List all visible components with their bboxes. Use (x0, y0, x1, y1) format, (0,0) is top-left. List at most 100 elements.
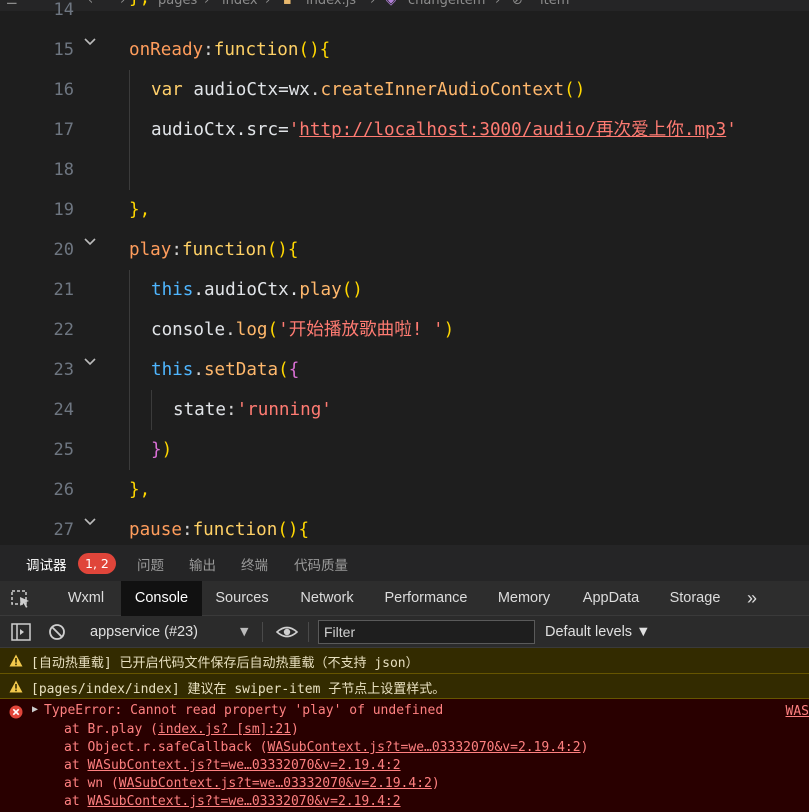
tab-storage[interactable]: Storage (660, 581, 730, 616)
expand-triangle-icon[interactable]: ▶ (32, 704, 38, 715)
indent-guide (129, 70, 130, 190)
fold-chevron-icon[interactable] (82, 353, 98, 369)
indent-guide (129, 270, 130, 470)
tab-sources[interactable]: Sources (206, 581, 278, 616)
log-levels-select[interactable]: Default levels ▼ (545, 616, 650, 648)
fold-chevron-icon[interactable] (82, 513, 98, 529)
line-number: 22 (53, 320, 74, 340)
stack-frame-link[interactable]: WASubContext.js?t=we…03332070&v=2.19.4:2 (87, 758, 400, 773)
tab-appdata[interactable]: AppData (572, 581, 650, 616)
line-number: 26 (53, 480, 74, 500)
toggle-sidebar-icon[interactable] (11, 623, 31, 641)
code-token: (){ (298, 40, 331, 60)
code-line-14: }, (129, 0, 150, 18)
code-editor[interactable]: ☰ ‹ › pages › index › ▪ index.js › ◈ cha… (0, 0, 809, 545)
code-token: audioCtx.src= (151, 120, 289, 140)
stack-frame: at Br.play (index.js? [sm]:21) (64, 721, 299, 739)
stack-frame-link[interactable]: WASubContext.js?t=we…03332070&v=2.19.4:2 (119, 776, 432, 791)
code-token: () (564, 80, 586, 100)
code-url-link[interactable]: http://localhost:3000/audio/再次爱上你.mp3 (299, 120, 726, 140)
code-token: onReady (129, 40, 204, 60)
breadcrumb-item-index[interactable]: index (222, 0, 258, 8)
breadcrumb-item-prop[interactable]: item (540, 0, 569, 8)
code-line-19: }, (129, 190, 150, 230)
code-token: }, (129, 200, 151, 220)
line-number: 17 (53, 120, 74, 140)
code-line-26: }, (129, 470, 150, 510)
code-token: ' (288, 120, 300, 140)
stack-frame: at WASubContext.js?t=we…03332070&v=2.19.… (64, 793, 401, 811)
stack-frame-prefix: at Br.play ( (64, 722, 158, 737)
code-token: { (288, 360, 300, 380)
code-token: (){ (266, 240, 299, 260)
breadcrumb-forward-icon[interactable]: › (120, 0, 125, 8)
tab-issues[interactable]: 问题 (137, 554, 164, 574)
breadcrumb-item-method[interactable]: changeItem (408, 0, 485, 8)
filter-input[interactable] (318, 620, 535, 644)
code-token: function (213, 40, 299, 60)
code-line-21: this.audioCtx.play() (151, 270, 363, 310)
code-token: } (151, 440, 162, 460)
fold-chevron-icon[interactable] (82, 33, 98, 49)
code-token: wx (288, 80, 310, 100)
tab-terminal[interactable]: 终端 (241, 554, 268, 574)
tab-debugger[interactable]: 调试器 (26, 554, 67, 574)
line-number: 19 (53, 200, 74, 220)
toolbar-divider (308, 622, 309, 642)
code-token: : (225, 400, 237, 420)
code-token: . (309, 80, 321, 100)
code-token: ) (161, 440, 173, 460)
stack-frame-prefix: at (64, 758, 88, 773)
code-line-25: }) (151, 430, 172, 470)
code-line-23: this.setData({ (151, 350, 299, 390)
eye-icon[interactable] (276, 623, 298, 641)
line-number: 15 (53, 40, 74, 60)
context-select[interactable]: appservice (#23) (90, 616, 198, 648)
code-line-15: onReady:function(){ (129, 30, 330, 70)
tab-memory[interactable]: Memory (488, 581, 560, 616)
stack-frame-link[interactable]: WASubContext.js?t=we…03332070&v=2.19.4:2 (87, 794, 400, 809)
code-token: function (181, 240, 267, 260)
code-token: }, (129, 480, 151, 500)
tab-code-quality[interactable]: 代码质量 (294, 554, 348, 574)
console-toolbar: appservice (#23) ▼ Default levels ▼ (0, 616, 809, 648)
code-token: function (192, 520, 278, 540)
tab-wxml[interactable]: Wxml (56, 581, 116, 616)
code-line-24: state:'running' (173, 390, 332, 430)
stack-frame-link[interactable]: WASubContext.js?t=we…03332070&v=2.19.4:2 (268, 740, 581, 755)
chevron-down-icon[interactable]: ▼ (240, 616, 248, 648)
method-icon: ◈ (386, 0, 396, 8)
error-title: TypeError: Cannot read property 'play' o… (44, 703, 444, 718)
clear-console-icon[interactable] (47, 623, 67, 641)
tab-performance[interactable]: Performance (375, 581, 477, 616)
code-token: .audioCtx. (193, 280, 300, 300)
code-token: '开始播放歌曲啦! ' (278, 320, 444, 340)
code-token: audioCtx= (182, 80, 289, 100)
console-warning: [pages/index/index] 建议在 swiper-item 子节点上… (0, 674, 809, 699)
line-number: 18 (53, 160, 74, 180)
console-warning: [自动热重载] 已开启代码文件保存后自动热重载（不支持 json） (0, 648, 809, 674)
line-number: 25 (53, 440, 74, 460)
code-token: . (193, 360, 204, 380)
chevron-right-icon: › (370, 0, 376, 8)
more-tabs-icon[interactable]: » (738, 581, 766, 616)
line-number: 27 (53, 520, 74, 540)
breadcrumb-item-pages[interactable]: pages (158, 0, 197, 8)
code-token: : (171, 240, 182, 260)
stack-frame-prefix: at wn ( (64, 776, 119, 791)
breadcrumb-item-file[interactable]: index.js (306, 0, 356, 8)
code-token: : (203, 40, 214, 60)
tab-console[interactable]: Console (121, 581, 202, 616)
warning-icon (9, 680, 23, 693)
error-icon (9, 705, 23, 719)
stack-frame-link[interactable]: index.js? [sm]:21 (158, 722, 291, 737)
error-source-link[interactable]: WAS (786, 704, 809, 719)
code-line-22: console.log('开始播放歌曲啦! ') (151, 310, 454, 350)
code-token: ' (726, 120, 737, 140)
stack-frame-prefix: at (64, 794, 88, 809)
fold-chevron-icon[interactable] (82, 233, 98, 249)
tab-network[interactable]: Network (288, 581, 366, 616)
warning-message: [自动热重载] 已开启代码文件保存后自动热重载（不支持 json） (31, 656, 419, 671)
inspect-element-icon[interactable] (10, 589, 32, 609)
tab-output[interactable]: 输出 (189, 554, 216, 574)
